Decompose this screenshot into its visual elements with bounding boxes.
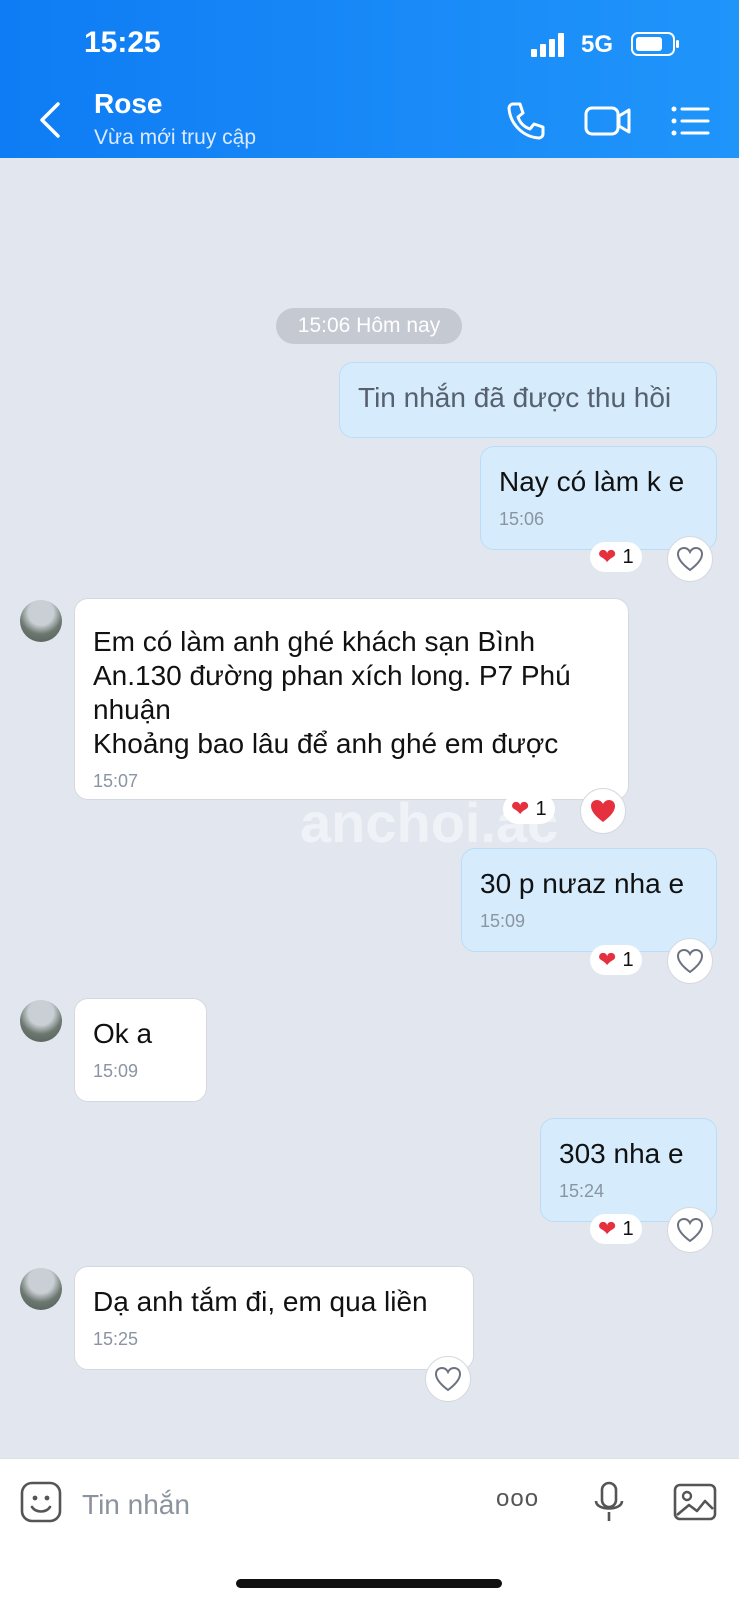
contact-name[interactable]: Rose	[94, 88, 162, 120]
signal-icon	[531, 33, 564, 57]
heart-icon: ❤	[598, 544, 617, 569]
message-time: 15:09	[480, 911, 526, 931]
status-time: 15:25	[84, 26, 161, 59]
chat-header: 15:25 5G Rose Vừa mới truy cập	[0, 0, 739, 158]
reaction-count[interactable]: ❤ 1	[503, 794, 555, 824]
phone-icon[interactable]	[503, 98, 549, 144]
message-time: 15:06	[499, 509, 545, 529]
reaction-count[interactable]: ❤ 1	[590, 542, 642, 572]
battery-icon	[631, 32, 679, 56]
message-time: 15:24	[559, 1181, 605, 1201]
back-icon[interactable]	[36, 98, 66, 142]
react-button[interactable]	[667, 938, 713, 984]
message-time: 15:25	[93, 1329, 139, 1349]
message-incoming[interactable]: Dạ anh tắm đi, em qua liền 15:25	[74, 1266, 474, 1370]
message-recalled[interactable]: Tin nhắn đã được thu hồi	[339, 362, 717, 438]
home-indicator	[236, 1579, 502, 1588]
message-incoming[interactable]: Ok a 15:09	[74, 998, 207, 1102]
message-outgoing[interactable]: 30 p nưaz nha e 15:09	[461, 848, 717, 952]
more-button[interactable]: ooo	[496, 1485, 546, 1531]
message-outgoing[interactable]: Nay có làm k e 15:06	[480, 446, 717, 550]
message-time: 15:07	[93, 771, 139, 791]
reaction-count[interactable]: ❤ 1	[590, 945, 642, 975]
react-button[interactable]	[667, 1207, 713, 1253]
reaction-count[interactable]: ❤ 1	[590, 1214, 642, 1244]
heart-outline-icon	[676, 546, 704, 572]
image-icon[interactable]	[672, 1479, 718, 1525]
avatar[interactable]	[20, 600, 62, 642]
message-text: Dạ anh tắm đi, em qua liền	[93, 1286, 428, 1317]
heart-icon	[591, 800, 615, 822]
message-text: 30 p nưaz nha e	[480, 868, 685, 899]
avatar[interactable]	[20, 1268, 62, 1310]
message-text: Nay có làm k e	[499, 466, 685, 497]
heart-outline-icon	[676, 1217, 704, 1243]
heart-outline-icon	[434, 1366, 462, 1392]
emoji-icon[interactable]	[18, 1479, 64, 1525]
message-incoming[interactable]: Em có làm anh ghé khách sạn Bình An.130 …	[74, 598, 629, 800]
message-time: 15:09	[93, 1061, 139, 1081]
video-icon[interactable]	[583, 98, 633, 144]
date-divider: 15:06 Hôm nay	[276, 308, 462, 344]
heart-icon: ❤	[511, 796, 530, 821]
heart-outline-icon	[676, 948, 704, 974]
react-button[interactable]	[580, 788, 626, 834]
react-button[interactable]	[425, 1356, 471, 1402]
heart-icon: ❤	[598, 1216, 617, 1241]
message-list[interactable]: 15:06 Hôm nay anchoi.ac Tin nhắn đã được…	[0, 158, 739, 1458]
network-label: 5G	[581, 31, 614, 58]
message-text: Em có làm anh ghé khách sạn Bình An.130 …	[93, 626, 571, 759]
message-input[interactable]: Tin nhắn	[82, 1489, 190, 1521]
composer: Tin nhắn ooo	[0, 1458, 739, 1600]
message-text: Ok a	[93, 1018, 153, 1049]
avatar[interactable]	[20, 1000, 62, 1042]
message-text: Tin nhắn đã được thu hồi	[358, 382, 672, 413]
contact-status: Vừa mới truy cập	[94, 126, 257, 149]
mic-icon[interactable]	[586, 1479, 632, 1525]
heart-icon: ❤	[598, 947, 617, 972]
menu-icon[interactable]	[668, 98, 714, 144]
message-text: 303 nha e	[559, 1138, 684, 1169]
react-button[interactable]	[667, 536, 713, 582]
